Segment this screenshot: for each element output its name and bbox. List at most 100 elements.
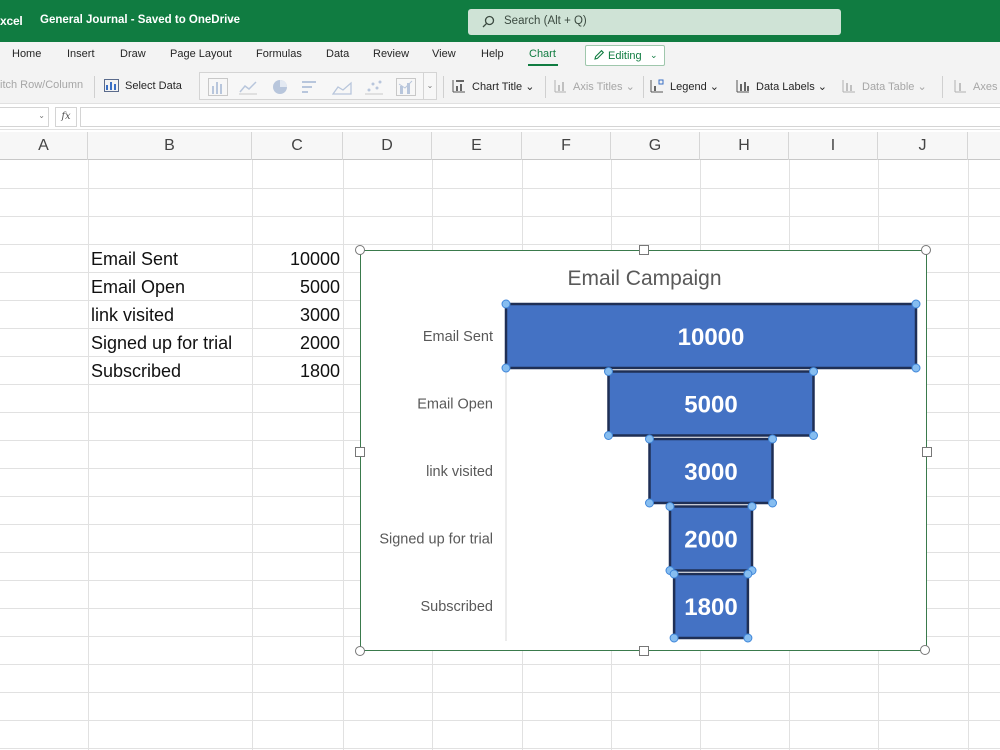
tab-help[interactable]: Help (481, 48, 504, 60)
selection-point[interactable] (911, 363, 921, 373)
tab-chart[interactable]: Chart (529, 48, 556, 60)
insert-function-button[interactable]: fx (55, 107, 77, 127)
funnel-chart[interactable]: Email Campaign 10000 Email Sent 5000 Email … (360, 250, 927, 651)
tab-data[interactable]: Data (326, 48, 349, 60)
select-data-button[interactable]: Select Data (104, 79, 182, 95)
resize-handle[interactable] (922, 447, 932, 457)
tab-draw[interactable]: Draw (120, 48, 146, 60)
line-chart-icon[interactable] (238, 78, 258, 101)
gallery-dropdown-icon[interactable]: ⌄ (423, 73, 436, 99)
cell-b8[interactable]: Subscribed (91, 361, 181, 382)
area-chart-icon[interactable] (331, 78, 352, 101)
title-bar: xcel General Journal - Saved to OneDrive… (0, 0, 1000, 42)
selection-point[interactable] (665, 502, 675, 511)
selection-point[interactable] (743, 633, 753, 643)
document-title-button[interactable]: General Journal - Saved to OneDrive (40, 14, 240, 26)
selection-point[interactable] (501, 363, 511, 373)
cell-b6[interactable]: link visited (91, 305, 174, 326)
data-label[interactable]: 5000 (684, 392, 737, 419)
axes-icon (953, 79, 967, 96)
legend-button[interactable]: Legend ⌄ (650, 79, 719, 96)
category-label: Email Sent (423, 329, 493, 345)
legend-label: Legend (670, 81, 707, 93)
column-header-a[interactable]: A (0, 132, 88, 160)
tab-page-layout[interactable]: Page Layout (170, 48, 232, 60)
selection-point[interactable] (809, 431, 818, 440)
selection-point[interactable] (645, 434, 654, 444)
pie-chart-icon[interactable] (270, 78, 290, 101)
scatter-chart-icon[interactable] (364, 78, 384, 101)
combo-chart-icon[interactable] (396, 78, 416, 101)
column-header-b[interactable]: B (88, 132, 252, 160)
tab-home[interactable]: Home (12, 48, 41, 60)
selection-point[interactable] (645, 498, 654, 508)
column-header-d[interactable]: D (343, 132, 432, 160)
column-header-c[interactable]: C (252, 132, 343, 160)
selection-point[interactable] (768, 434, 777, 444)
cell-b7[interactable]: Signed up for trial (91, 333, 232, 354)
column-header-e[interactable]: E (432, 132, 522, 160)
selection-point[interactable] (669, 569, 679, 579)
bar-chart-icon[interactable] (300, 78, 320, 101)
grid-line (0, 692, 1000, 693)
resize-handle[interactable] (639, 646, 649, 656)
tab-view[interactable]: View (432, 48, 456, 60)
resize-handle[interactable] (355, 245, 365, 255)
selection-point[interactable] (669, 633, 679, 643)
cell-c6[interactable]: 3000 (256, 305, 340, 326)
tab-insert[interactable]: Insert (67, 48, 95, 60)
tab-formulas[interactable]: Formulas (256, 48, 302, 60)
resize-handle[interactable] (639, 245, 649, 255)
cell-c5[interactable]: 5000 (256, 277, 340, 298)
cell-b5[interactable]: Email Open (91, 277, 185, 298)
resize-handle[interactable] (355, 646, 365, 656)
data-labels-button[interactable]: Data Labels ⌄ (736, 79, 827, 96)
funnel-plot[interactable]: 10000 Email Sent 5000 Email Open 3000 link vi… (361, 251, 928, 652)
resize-handle[interactable] (355, 447, 365, 457)
selection-point[interactable] (604, 431, 613, 440)
resize-handle[interactable] (921, 245, 931, 255)
name-box[interactable]: ⌄ (0, 107, 49, 127)
cell-c7[interactable]: 2000 (256, 333, 340, 354)
cell-b4[interactable]: Email Sent (91, 249, 178, 270)
column-header-j[interactable]: J (878, 132, 968, 160)
column-header-f[interactable]: F (522, 132, 611, 160)
selection-point[interactable] (743, 569, 753, 579)
cell-c4[interactable]: 10000 (256, 249, 340, 270)
data-label[interactable]: 3000 (684, 459, 737, 486)
column-header-i[interactable]: I (789, 132, 878, 160)
ribbon: itch Row/Column Select Data Chart Title … (0, 68, 1000, 104)
data-labels-label: Data Labels (756, 81, 815, 93)
chart-type-gallery[interactable]: ⌄ (199, 72, 437, 100)
formula-input[interactable] (80, 107, 1000, 127)
category-label: link visited (426, 464, 493, 480)
selection-point[interactable] (747, 502, 757, 511)
chart-title-button[interactable]: Chart Title ⌄ (452, 79, 534, 96)
category-label: Subscribed (420, 599, 493, 615)
axes-button[interactable]: Axes (953, 79, 997, 96)
column-chart-icon[interactable] (208, 78, 228, 101)
cell-c8[interactable]: 1800 (256, 361, 340, 382)
data-table-label: Data Table (862, 81, 915, 93)
grid-line (968, 160, 969, 750)
switch-row-column-button[interactable]: itch Row/Column (0, 79, 83, 91)
ribbon-separator (643, 76, 644, 98)
selection-point[interactable] (501, 299, 511, 309)
axis-titles-button[interactable]: Axis Titles ⌄ (553, 79, 635, 96)
editing-mode-button[interactable]: Editing ⌄ (585, 45, 665, 66)
data-label[interactable]: 10000 (678, 324, 745, 351)
column-header-g[interactable]: G (611, 132, 700, 160)
selection-point[interactable] (809, 367, 818, 376)
selection-point[interactable] (604, 367, 613, 376)
resize-handle[interactable] (920, 645, 930, 655)
editing-label: Editing (608, 50, 642, 62)
search-box[interactable]: Search (Alt + Q) (468, 9, 841, 35)
data-label[interactable]: 1800 (684, 594, 737, 621)
data-table-button[interactable]: Data Table ⌄ (842, 79, 927, 96)
chevron-down-icon[interactable]: ⌄ (228, 14, 236, 25)
data-label[interactable]: 2000 (684, 527, 737, 554)
selection-point[interactable] (911, 299, 921, 309)
selection-point[interactable] (768, 498, 777, 508)
column-header-h[interactable]: H (700, 132, 789, 160)
tab-review[interactable]: Review (373, 48, 409, 60)
